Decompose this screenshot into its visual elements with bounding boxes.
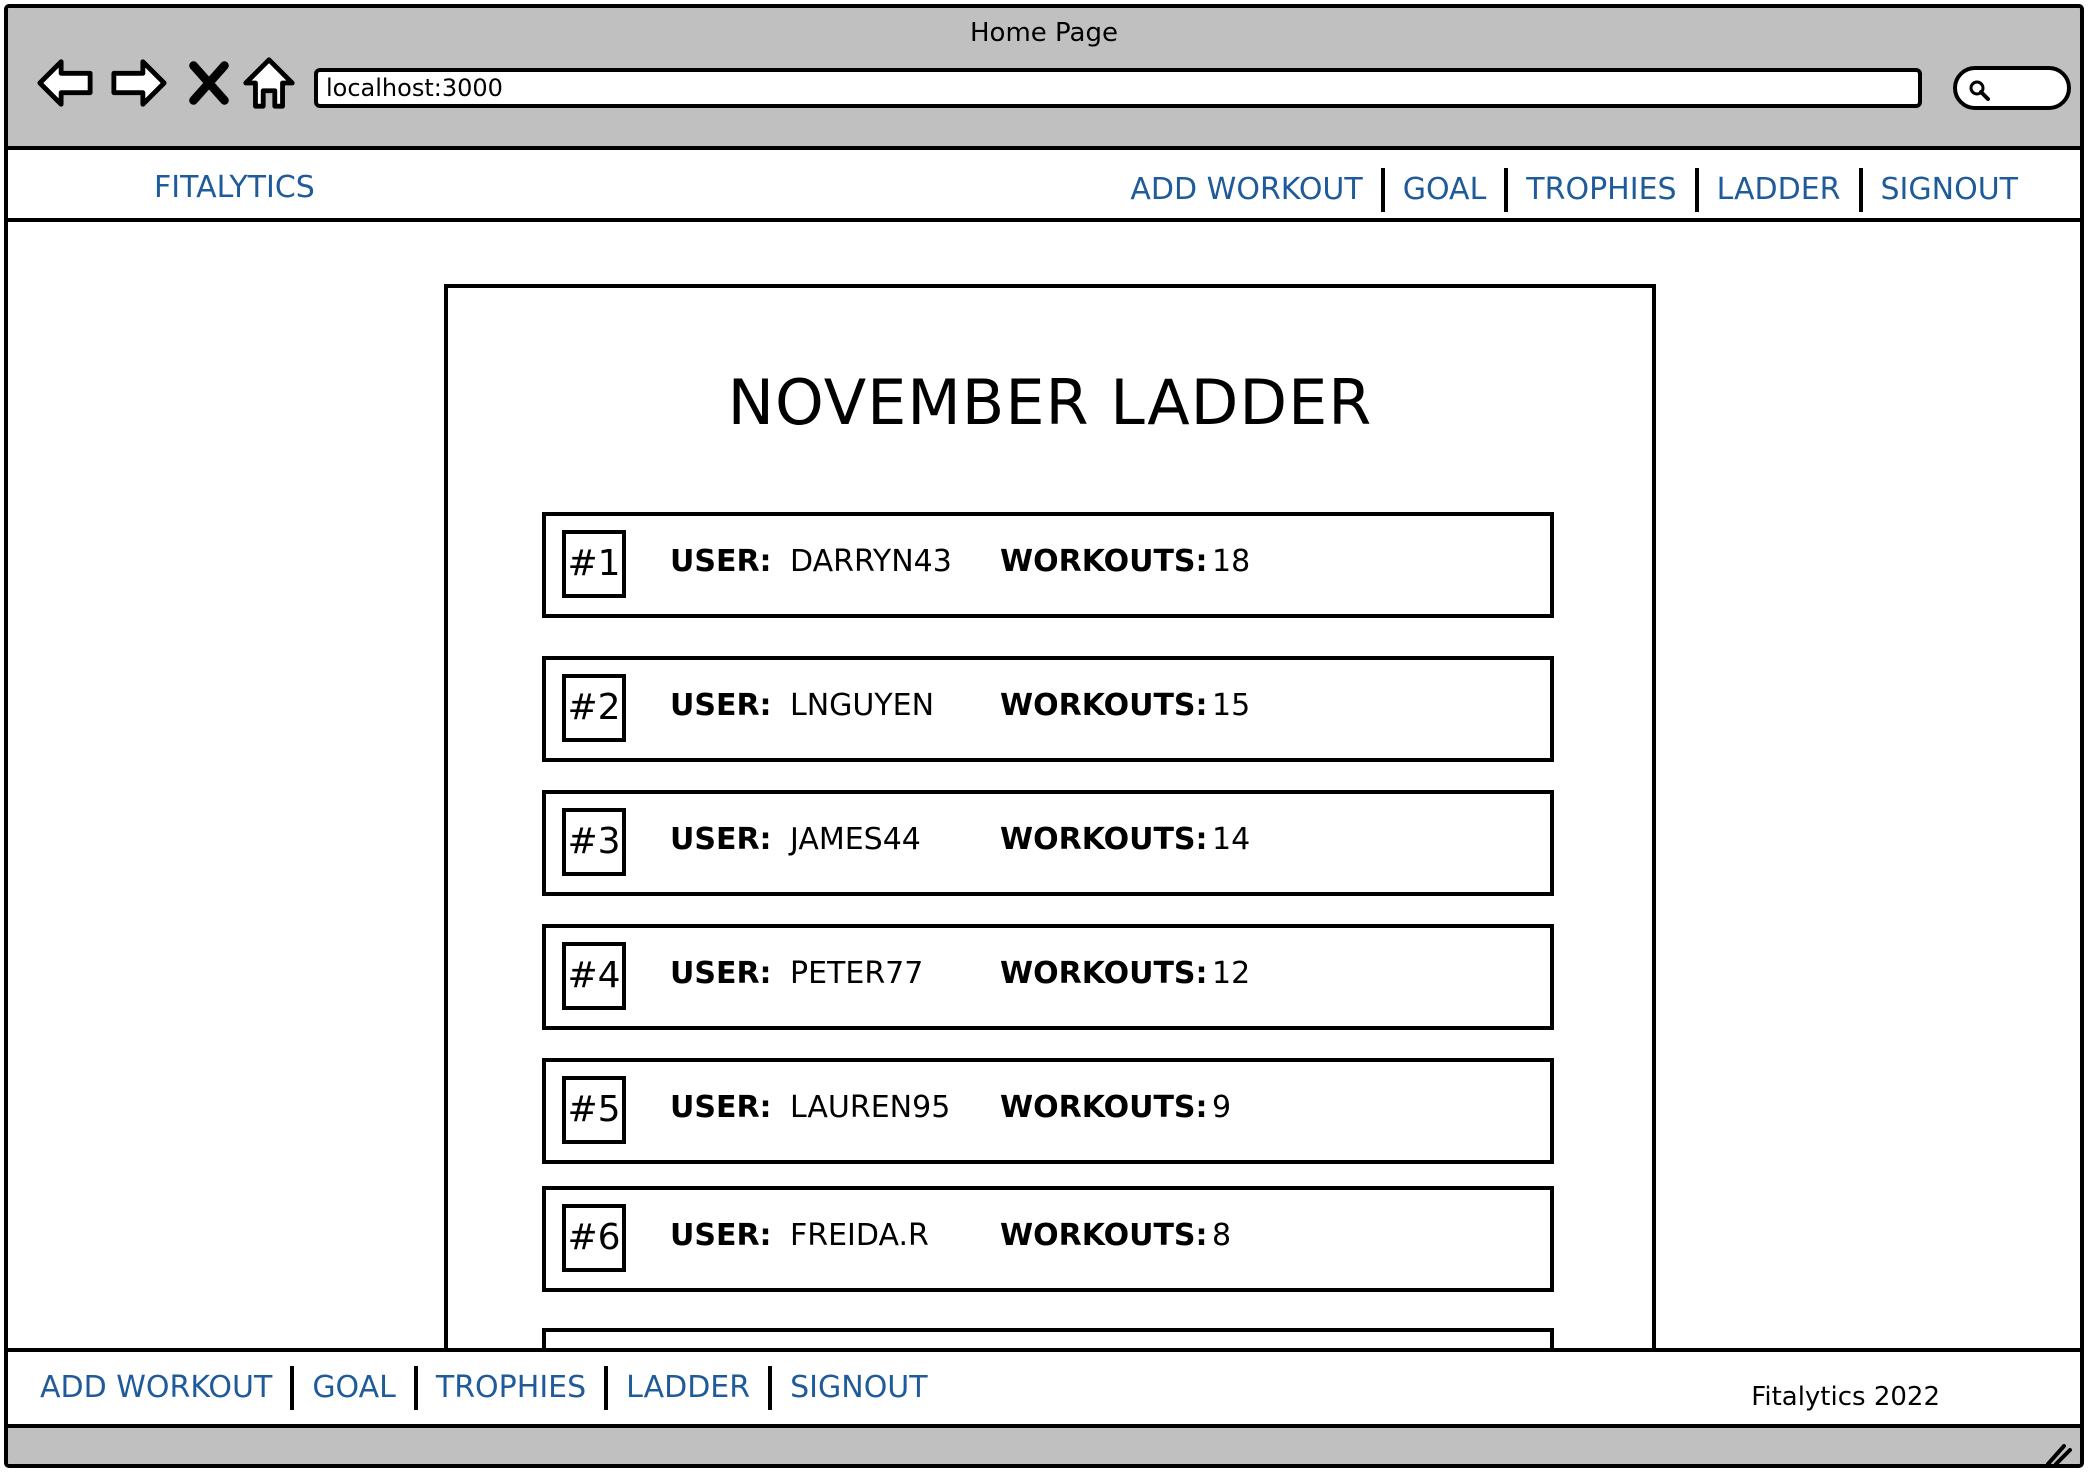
user-label: USER: xyxy=(670,1090,772,1125)
browser-status-bar xyxy=(8,1424,2080,1466)
user-label: USER: xyxy=(670,544,772,579)
nav-signout[interactable]: SIGNOUT xyxy=(1863,168,2036,212)
user-label: USER: xyxy=(670,1218,772,1253)
rank-badge: #3 xyxy=(562,808,626,876)
top-nav: FITALYTICS ADD WORKOUT GOAL TROPHIES LAD… xyxy=(8,150,2080,222)
user-label: USER: xyxy=(670,822,772,857)
browser-window: Home Page localhost:3000 FITALYTICS ADD … xyxy=(4,4,2084,1468)
nav-add-workout[interactable]: ADD WORKOUT xyxy=(1112,168,1380,212)
browser-chrome: Home Page localhost:3000 xyxy=(8,8,2080,150)
footer: ADD WORKOUT GOAL TROPHIES LADDER SIGNOUT… xyxy=(8,1348,2080,1424)
search-icon xyxy=(1969,80,1990,101)
footer-goal[interactable]: GOAL xyxy=(294,1366,414,1410)
username: PETER77 xyxy=(790,956,924,991)
close-icon xyxy=(189,61,229,105)
resize-grip-icon[interactable] xyxy=(2042,1436,2072,1466)
stop-button[interactable] xyxy=(178,52,240,114)
username: DARRYN43 xyxy=(790,544,952,579)
ladder-row[interactable]: #5 USER: LAUREN95 WORKOUTS: 9 xyxy=(542,1058,1554,1164)
workouts-label: WORKOUTS: xyxy=(1000,544,1208,579)
address-bar[interactable]: localhost:3000 xyxy=(314,68,1922,108)
footer-trophies[interactable]: TROPHIES xyxy=(418,1366,604,1410)
footer-ladder[interactable]: LADDER xyxy=(608,1366,768,1410)
ladder-row[interactable]: #3 USER: JAMES44 WORKOUTS: 14 xyxy=(542,790,1554,896)
page-title: NOVEMBER LADDER xyxy=(727,366,1373,439)
top-nav-links: ADD WORKOUT GOAL TROPHIES LADDER SIGNOUT xyxy=(1112,168,2036,212)
workouts-label: WORKOUTS: xyxy=(1000,1218,1208,1253)
workout-count: 18 xyxy=(1212,544,1251,579)
copyright-text: Fitalytics 2022 xyxy=(1751,1382,1940,1412)
workout-count: 9 xyxy=(1212,1090,1232,1125)
workouts-label: WORKOUTS: xyxy=(1000,688,1208,723)
workouts-label: WORKOUTS: xyxy=(1000,822,1208,857)
username: FREIDA.R xyxy=(790,1218,929,1253)
ladder-row[interactable]: #4 USER: PETER77 WORKOUTS: 12 xyxy=(542,924,1554,1030)
workout-count: 12 xyxy=(1212,956,1251,991)
workouts-label: WORKOUTS: xyxy=(1000,956,1208,991)
rank-badge: #4 xyxy=(562,942,626,1010)
home-icon xyxy=(243,57,295,109)
ladder-row[interactable]: #2 USER: LNGUYEN WORKOUTS: 15 xyxy=(542,656,1554,762)
ladder-panel: NOVEMBER LADDER #1 USER: DARRYN43 WORKOU… xyxy=(444,284,1656,1388)
ladder-row[interactable]: #6 USER: FREIDA.R WORKOUTS: 8 xyxy=(542,1186,1554,1292)
back-button[interactable] xyxy=(34,52,96,114)
nav-trophies[interactable]: TROPHIES xyxy=(1508,168,1694,212)
rank-badge: #5 xyxy=(562,1076,626,1144)
username: LAUREN95 xyxy=(790,1090,951,1125)
username: LNGUYEN xyxy=(790,688,935,723)
rank-badge: #6 xyxy=(562,1204,626,1272)
forward-button[interactable] xyxy=(108,52,170,114)
workouts-label: WORKOUTS: xyxy=(1000,1090,1208,1125)
rank-badge: #1 xyxy=(562,530,626,598)
back-arrow-icon xyxy=(37,59,93,107)
nav-ladder[interactable]: LADDER xyxy=(1699,168,1859,212)
rank-badge: #2 xyxy=(562,674,626,742)
ladder-row[interactable]: #1 USER: DARRYN43 WORKOUTS: 18 xyxy=(542,512,1554,618)
window-title: Home Page xyxy=(970,18,1118,48)
user-label: USER: xyxy=(670,688,772,723)
workout-count: 14 xyxy=(1212,822,1251,857)
user-label: USER: xyxy=(670,956,772,991)
home-button[interactable] xyxy=(238,52,300,114)
username: JAMES44 xyxy=(790,822,921,857)
workout-count: 15 xyxy=(1212,688,1251,723)
nav-goal[interactable]: GOAL xyxy=(1385,168,1505,212)
browser-search-button[interactable] xyxy=(1953,66,2071,110)
forward-arrow-icon xyxy=(111,59,167,107)
brand-logo[interactable]: FITALYTICS xyxy=(154,170,315,205)
footer-nav-links: ADD WORKOUT GOAL TROPHIES LADDER SIGNOUT xyxy=(22,1366,946,1410)
workout-count: 8 xyxy=(1212,1218,1232,1253)
footer-signout[interactable]: SIGNOUT xyxy=(772,1366,945,1410)
footer-add-workout[interactable]: ADD WORKOUT xyxy=(22,1366,290,1410)
